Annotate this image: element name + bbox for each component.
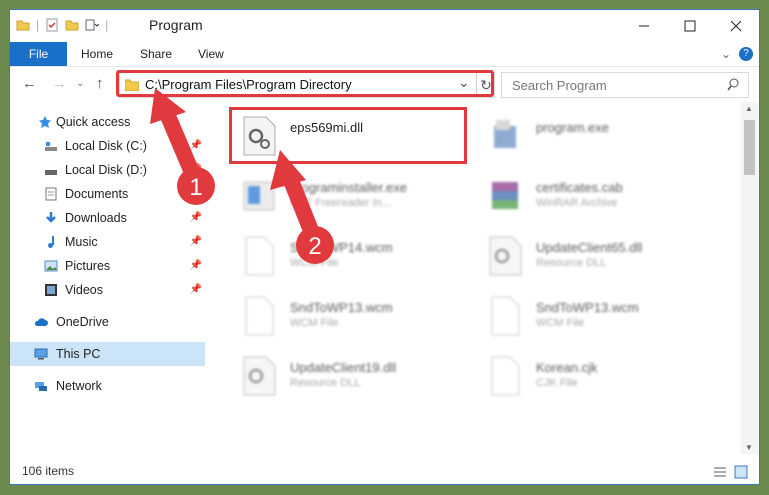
annotation-overlay: 1 2	[150, 88, 334, 264]
arrow-1	[150, 88, 204, 190]
step-2-label: 2	[308, 233, 321, 260]
step-1-label: 1	[189, 174, 202, 201]
arrow-2	[270, 150, 318, 236]
